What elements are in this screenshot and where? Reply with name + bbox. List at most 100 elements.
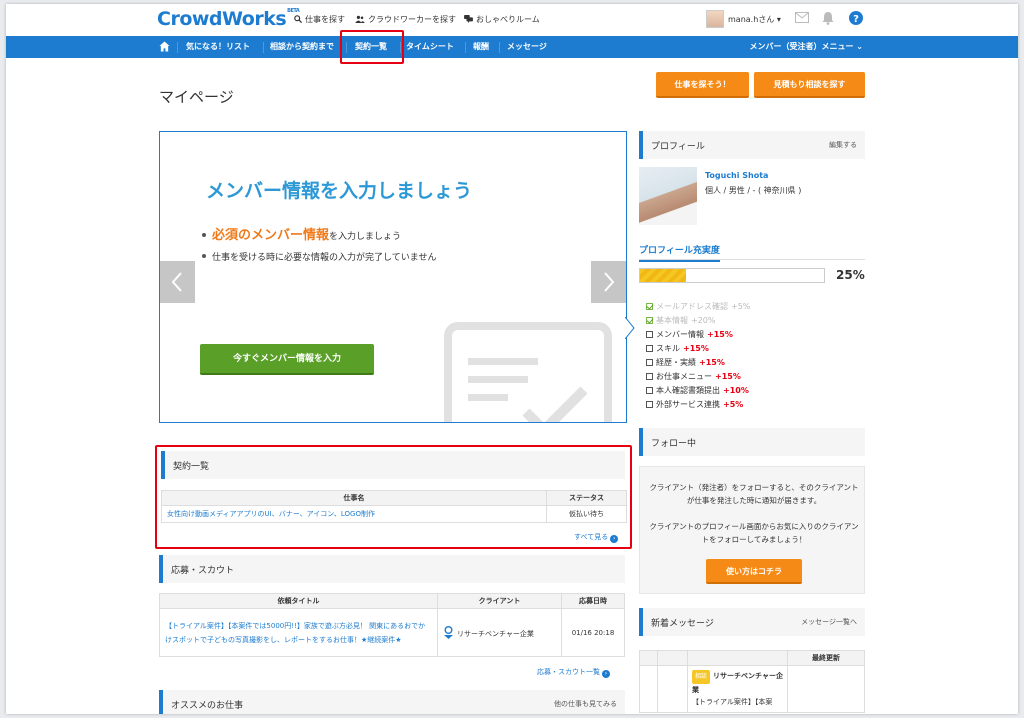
messages-list-link[interactable]: メッセージ一覧へ: [801, 617, 857, 627]
table-header-row: 仕事名 ステータス: [161, 490, 627, 506]
table-row: 女性向け動画メディアアプリのUI、バナー、アイコン、LOGO制作 仮払い待ち: [161, 505, 627, 523]
nav-messages[interactable]: メッセージ: [507, 36, 547, 58]
checkbox-icon: [646, 345, 653, 352]
checklist-label: 経歴・実績: [656, 358, 696, 367]
column-header-last-updated: 最終更新: [787, 650, 865, 666]
nav-timesheet[interactable]: タイムシート: [406, 36, 454, 58]
estimate-button[interactable]: 見積もり相談を探す: [754, 72, 865, 98]
checklist-item[interactable]: 本人確認書類提出 +10%: [646, 384, 750, 398]
messages-table: 最終更新 相談 リサーチベンチャー企業 【トライアル案件】【本案: [639, 650, 865, 713]
username: mana.hさん ▾: [728, 15, 781, 24]
message-sender-cell[interactable]: 相談 リサーチベンチャー企業 【トライアル案件】【本案: [687, 665, 788, 713]
column-header-status: ステータス: [546, 490, 627, 506]
recommended-panel-header: オススメのお仕事 他の仕事も見てみる: [159, 690, 625, 714]
checklist-item[interactable]: お仕事メニュー +15%: [646, 370, 750, 384]
how-to-button[interactable]: 使い方はコチラ: [706, 559, 802, 584]
bell-icon[interactable]: [822, 11, 834, 25]
contracts-title: 契約一覧: [173, 462, 210, 472]
contract-job-link[interactable]: 女性向け動画メディアアプリのUI、バナー、アイコン、LOGO制作: [161, 505, 547, 523]
profile-info: 個人 / 男性 / - ( 神奈川県 ): [705, 186, 802, 195]
help-icon[interactable]: ?: [849, 11, 863, 25]
profile-progress-bar: [639, 268, 825, 283]
contract-status: 仮払い待ち: [546, 505, 627, 523]
chat-room-link[interactable]: おしゃべりルーム: [464, 14, 540, 25]
chevron-right-icon: [604, 272, 615, 292]
mail-icon[interactable]: [795, 12, 809, 23]
contracts-nav-highlight: [340, 30, 404, 64]
checklist-item[interactable]: スキル +15%: [646, 342, 750, 356]
checklist-item[interactable]: 外部サービス連携 +5%: [646, 398, 750, 412]
carousel-pointer: [625, 317, 635, 339]
progress-fill: [640, 269, 686, 282]
checkbox-icon: [646, 401, 653, 408]
crowdworks-logo[interactable]: CrowdWorksBETA: [157, 8, 300, 30]
checklist-points: +15%: [683, 344, 709, 353]
find-job-link[interactable]: 仕事を探す: [294, 14, 345, 25]
progress-percent: 25%: [836, 268, 865, 282]
applications-title: 応募・スカウト: [171, 566, 235, 576]
logo-text: CrowdWorks: [157, 8, 287, 30]
recommended-more-link[interactable]: 他の仕事も見てみる: [554, 699, 617, 709]
profile-name-link[interactable]: Toguchi Shota: [705, 171, 768, 180]
checklist-item[interactable]: メンバー情報 +15%: [646, 328, 750, 342]
checklist-label: 本人確認書類提出: [656, 386, 720, 395]
find-job-button[interactable]: 仕事を探そう！: [656, 72, 749, 98]
carousel-prev-button[interactable]: [160, 261, 195, 303]
profile-checklist: メールアドレス確認 +5% 基本情報 +20% メンバー情報 +15% スキル +15% 経歴・…: [646, 300, 750, 412]
member-menu[interactable]: メンバー（受注者）メニュー ⌄: [750, 36, 864, 58]
table-header-row: 最終更新: [639, 650, 865, 666]
search-icon: [294, 15, 303, 24]
column-header-client: クライアント: [437, 593, 562, 609]
follow-panel-header: フォロー中: [639, 428, 865, 456]
find-worker-label: クラウドワーカーを探す: [368, 15, 456, 24]
profile-completeness-title: プロフィール充実度: [639, 243, 720, 262]
checklist-points: +15%: [707, 330, 733, 339]
chat-room-label: おしゃべりルーム: [476, 15, 540, 24]
column-header-job-name: 仕事名: [161, 490, 547, 506]
carousel-next-button[interactable]: [591, 261, 626, 303]
checkbox-icon: [646, 387, 653, 394]
hero-incomplete-text: 仕事を受ける時に必要な情報の入力が完了していません: [212, 253, 437, 263]
chat-icon: [464, 15, 473, 23]
messages-title: 新着メッセージ: [651, 619, 714, 629]
bullet-dot: [202, 233, 206, 237]
checklist-item[interactable]: メールアドレス確認 +5%: [646, 300, 750, 314]
follow-title: フォロー中: [651, 439, 697, 449]
checklist-label: メンバー情報: [656, 330, 704, 339]
member-menu-label: メンバー（受注者）メニュー: [749, 42, 854, 51]
find-job-label: 仕事を探す: [305, 15, 345, 24]
nav-consult-to-contract[interactable]: 相談から契約まで: [270, 36, 334, 58]
checklist-points: +5%: [731, 302, 751, 311]
checklist-item[interactable]: 基本情報 +20%: [646, 314, 750, 328]
checked-box-icon: [646, 317, 653, 324]
see-all-contracts-link[interactable]: すべて見る ›: [574, 532, 619, 543]
checklist-label: スキル: [656, 344, 680, 353]
profile-edit-link[interactable]: 編集する: [829, 140, 857, 150]
message-preview: 【トライアル案件】【本案: [692, 698, 773, 706]
message-cell: [657, 665, 688, 713]
enter-member-info-button[interactable]: 今すぐメンバー情報を入力: [200, 344, 374, 375]
applications-list-link[interactable]: 応募・スカウト一覧 ›: [537, 667, 610, 678]
arrow-right-icon: ›: [610, 535, 619, 543]
users-icon: [355, 15, 365, 23]
hero-bullet-required: 必須のメンバー情報を入力しましょう: [202, 224, 401, 243]
nav-watchlist[interactable]: 気になる！リスト: [186, 36, 250, 58]
messages-panel-header: 新着メッセージ メッセージ一覧へ: [639, 608, 865, 636]
checklist-item[interactable]: 経歴・実績 +15%: [646, 356, 750, 370]
profile-title: プロフィール: [651, 142, 705, 152]
profile-panel-header: プロフィール 編集する: [639, 131, 865, 159]
nav-rewards[interactable]: 報酬: [473, 36, 489, 58]
consult-badge: 相談: [692, 670, 711, 684]
find-worker-link[interactable]: クラウドワーカーを探す: [355, 14, 456, 25]
checkbox-icon: [646, 331, 653, 338]
applications-panel-header: 応募・スカウト: [159, 555, 625, 583]
page-title: マイページ: [159, 88, 234, 106]
application-title-link[interactable]: 【トライアル案件】【本案件では5000円!!】家族で遊ぶ方必見！ 関東にあるおで…: [159, 608, 438, 657]
checklist-points: +15%: [699, 358, 725, 367]
home-icon[interactable]: [159, 41, 170, 52]
checklist-points: +20%: [691, 316, 716, 325]
checklist-points: +15%: [715, 372, 741, 381]
nav-divider: [263, 42, 264, 53]
member-info-carousel: メンバー情報を入力しましょう 必須のメンバー情報を入力しましょう 仕事を受ける時…: [159, 131, 627, 423]
hero-bullet-incomplete: 仕事を受ける時に必要な情報の入力が完了していません: [202, 250, 436, 263]
